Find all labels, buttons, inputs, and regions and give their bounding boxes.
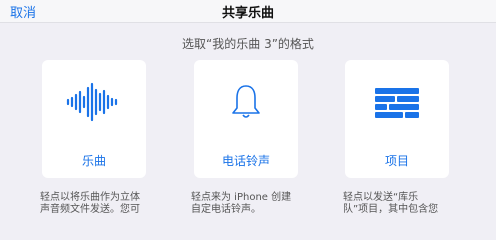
option-ringtone-label: 电话铃声 <box>221 154 270 168</box>
bell-icon <box>194 82 298 122</box>
option-song-button[interactable]: 乐曲 <box>42 60 146 178</box>
project-icon <box>345 82 449 122</box>
option-project-button[interactable]: 项目 <box>345 60 449 178</box>
format-prompt: 选取“我的乐曲 3”的格式 <box>182 37 314 51</box>
option-song-description: 轻点以将乐曲作为立体 声音频文件发送。您可 <box>40 192 140 215</box>
option-project-description: 轻点以发送“库乐 队”项目，其中包含您 <box>343 192 439 215</box>
option-song-label: 乐曲 <box>81 154 106 168</box>
option-ringtone-button[interactable]: 电话铃声 <box>194 60 298 178</box>
waveform-icon <box>42 82 146 122</box>
option-ringtone-description: 轻点来为 iPhone 创建 自定电话铃声。 <box>191 192 292 215</box>
page-title: 共享乐曲 <box>221 6 274 21</box>
navigation-bar: 取消 共享乐曲 <box>0 0 496 23</box>
option-project-label: 项目 <box>384 154 409 168</box>
